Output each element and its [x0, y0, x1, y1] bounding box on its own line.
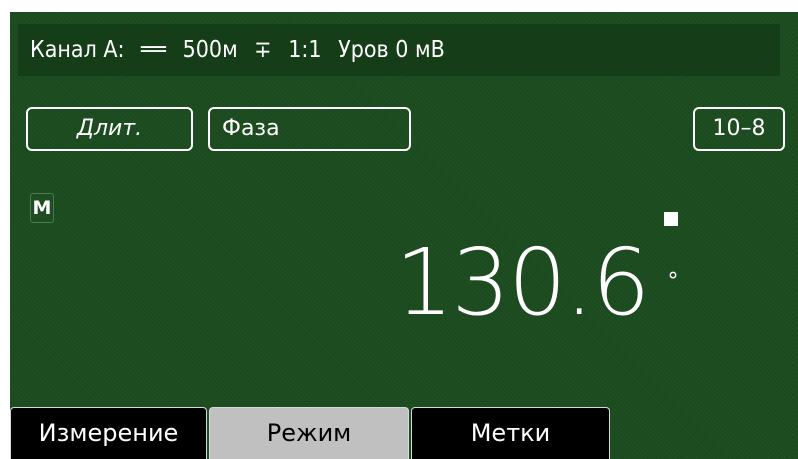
channel-label: Канал А:: [30, 37, 125, 63]
duration-button[interactable]: Длит.: [26, 107, 193, 151]
tab-marks[interactable]: Метки: [411, 407, 610, 459]
tab-mode[interactable]: Режим: [209, 407, 409, 459]
coupling-icon: ══: [141, 37, 167, 63]
probe-icon: ∓: [254, 37, 272, 63]
tab-measurement[interactable]: Измерение: [10, 407, 207, 459]
range-button[interactable]: 10–8: [693, 107, 785, 151]
measurement-readout: 130.6: [395, 229, 650, 336]
channel-status-bar: Канал А: ══ 500м ∓ 1:1 Уров 0 мВ: [18, 24, 780, 76]
degree-unit: °: [667, 269, 679, 294]
range-value: 500м: [182, 37, 238, 63]
phase-button[interactable]: Фаза: [208, 107, 411, 151]
level-value: Уров 0 мВ: [338, 37, 445, 63]
square-marker-icon: [664, 212, 678, 226]
attenuation-value: 1:1: [288, 37, 322, 63]
mode-badge: М: [30, 193, 54, 223]
